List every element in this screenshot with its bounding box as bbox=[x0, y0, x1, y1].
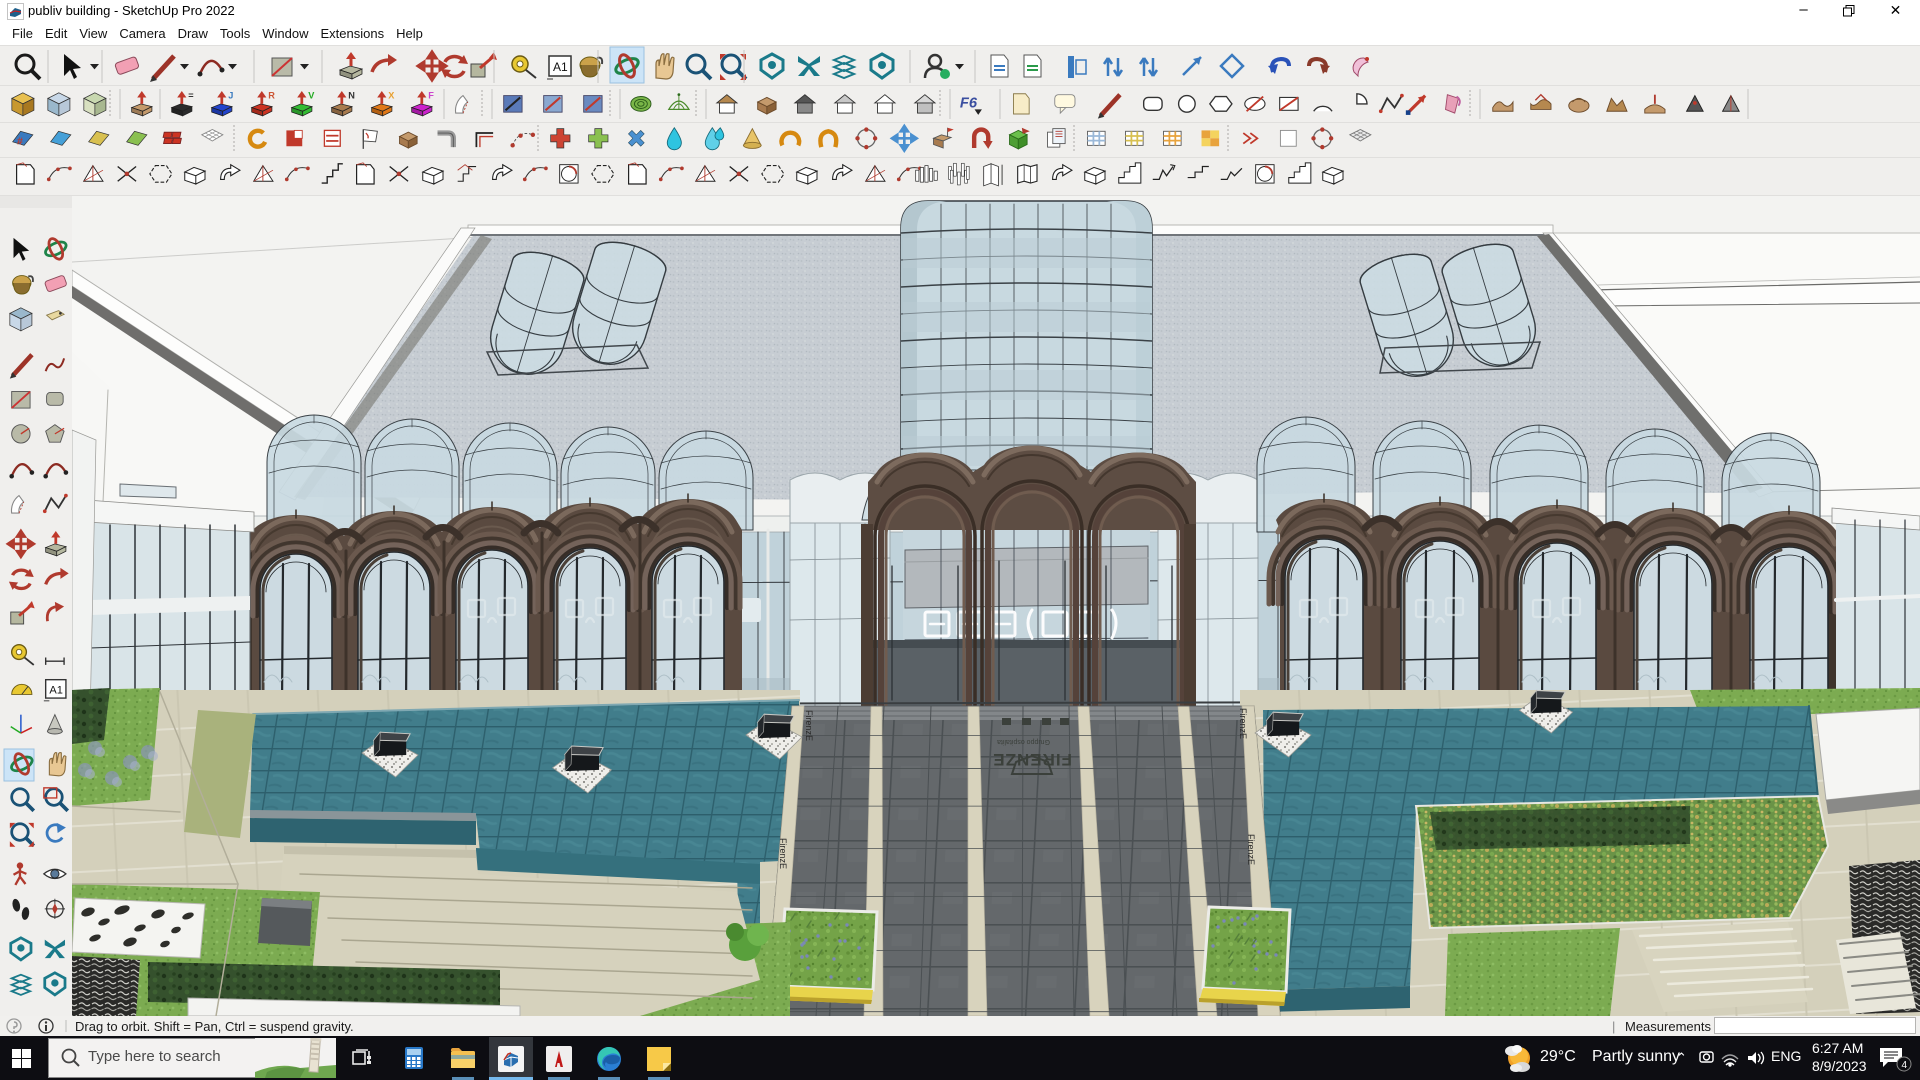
svg-text:FirenzE: FirenzE bbox=[778, 838, 788, 869]
svg-text:V: V bbox=[308, 90, 315, 100]
svg-text:F6: F6 bbox=[960, 96, 978, 112]
svg-text:Gruppo ospitalita: Gruppo ospitalita bbox=[997, 738, 1050, 745]
svg-text:F: F bbox=[428, 90, 434, 100]
svg-text:J: J bbox=[228, 90, 233, 100]
svg-text:N: N bbox=[348, 90, 355, 100]
svg-text:FirenzE: FirenzE bbox=[1238, 708, 1248, 739]
svg-text:FIRENZE: FIRENZE bbox=[992, 750, 1072, 769]
svg-text:R: R bbox=[268, 90, 275, 100]
svg-text:4: 4 bbox=[1902, 1060, 1908, 1071]
svg-text:A1: A1 bbox=[553, 60, 568, 74]
svg-text:=: = bbox=[188, 90, 193, 100]
svg-text:A1: A1 bbox=[49, 684, 63, 696]
svg-text:FirenzE: FirenzE bbox=[804, 710, 814, 741]
svg-text:X: X bbox=[388, 90, 395, 100]
svg-text:#: # bbox=[17, 135, 23, 147]
svg-text:FirenzE: FirenzE bbox=[1246, 834, 1256, 865]
